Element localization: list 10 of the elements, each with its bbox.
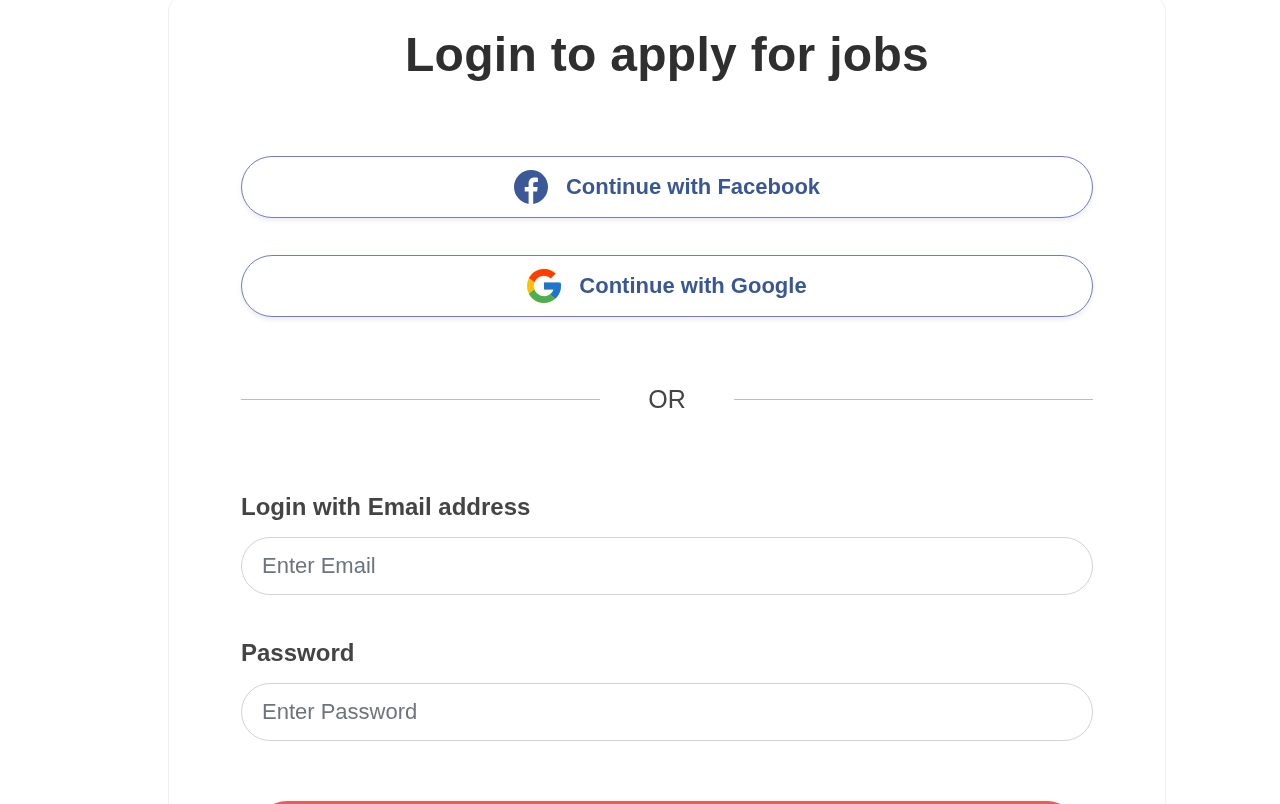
field-label: Password bbox=[241, 638, 356, 668]
input-field[interactable]: Enter Password bbox=[241, 683, 1093, 741]
social-login-button[interactable]: Continue with Facebook bbox=[241, 156, 1093, 218]
divider-label: OR bbox=[648, 384, 686, 414]
input-field[interactable]: Enter Email bbox=[241, 537, 1093, 595]
google-icon bbox=[527, 269, 562, 303]
facebook-icon bbox=[513, 170, 548, 204]
page-heading: Login to apply for jobs bbox=[403, 27, 931, 82]
social-login-button[interactable]: Continue with Google bbox=[241, 255, 1093, 317]
field-label: Login with Email address bbox=[241, 492, 532, 522]
